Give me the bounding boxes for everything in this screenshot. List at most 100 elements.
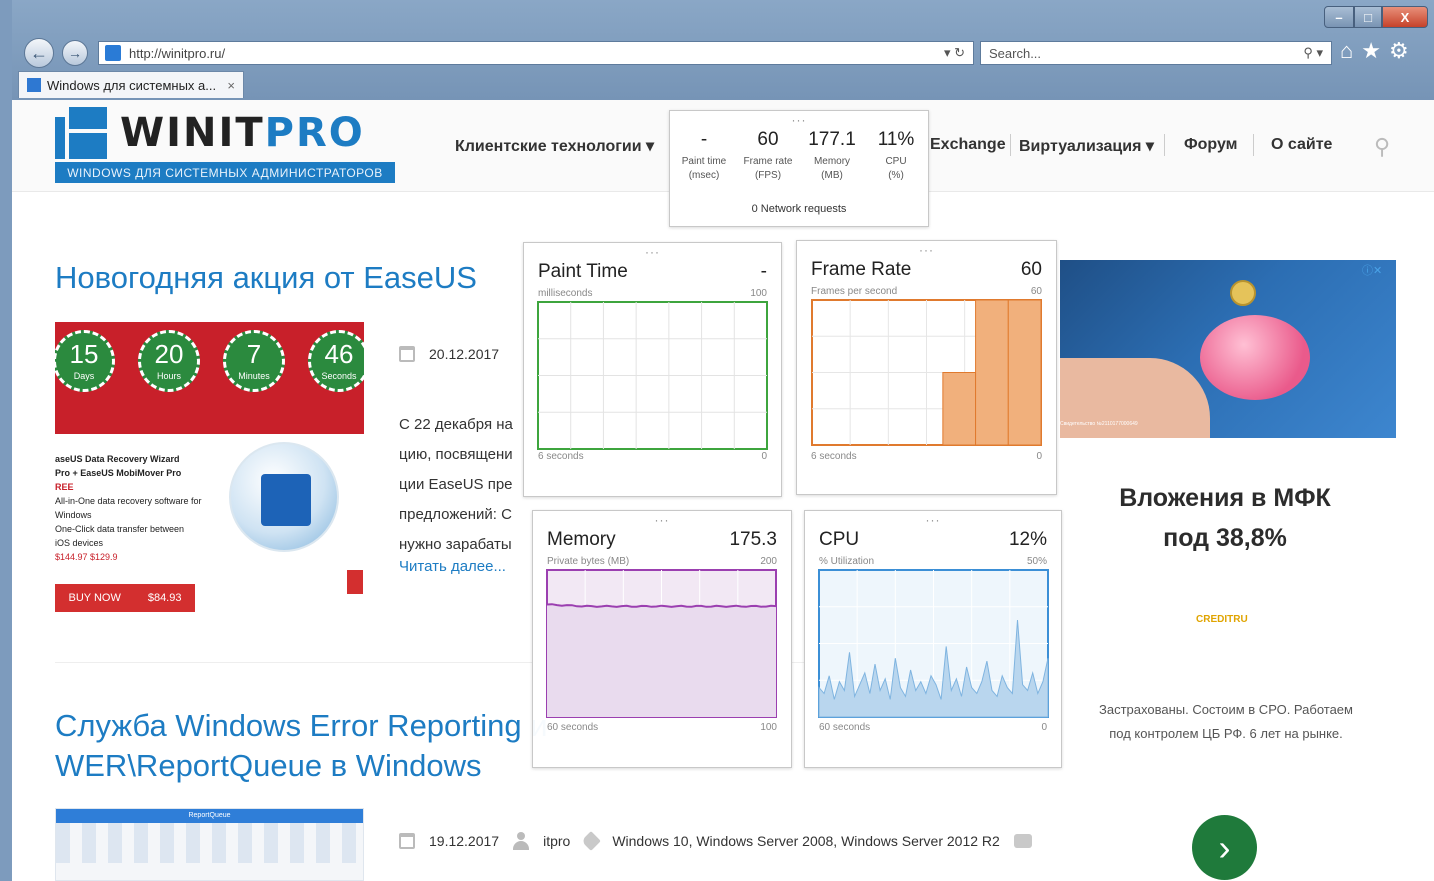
article-title-2[interactable]: Служба Windows Error Reporting и WER\Rep… [55, 706, 548, 786]
promo-text: aseUS Data Recovery Wizard Pro + EaseUS … [55, 454, 202, 562]
maximize-button[interactable]: □ [1354, 6, 1382, 28]
perf-summary-panel[interactable]: ··· - Paint time (msec) 60 Frame rate (FPS) … [669, 110, 929, 227]
site-search-icon[interactable]: ⚲ [1374, 134, 1398, 159]
promo-card: aseUS Data Recovery Wizard Pro + EaseUS … [55, 434, 339, 620]
summary-memory: 177.1 Memory (MB) [808, 129, 856, 181]
article-date-2: 19.12.2017 [429, 833, 500, 849]
menu-separator [1010, 134, 1011, 156]
cpu-graph [818, 569, 1049, 718]
minimize-button[interactable]: – [1324, 6, 1354, 28]
product-globe-image [229, 442, 339, 552]
article-thumbnail-2[interactable]: ReportQueue [55, 808, 364, 881]
frame-rate-value: 60 [1020, 259, 1042, 280]
article-thumbnail[interactable]: 15 Days 20 Hours 7 Minutes 46 Seconds aseUS … [55, 322, 364, 620]
refresh-icon[interactable]: ▾ ↻ [944, 45, 973, 61]
drag-handle-icon[interactable]: ··· [655, 513, 670, 527]
article-meta-2: 19.12.2017 itpro Windows 10, Windows Ser… [399, 831, 1032, 851]
memory-value: 175.3 [729, 529, 777, 550]
settings-gear-icon[interactable]: ⚙ [1389, 38, 1409, 64]
paint-time-min: 0 [761, 451, 767, 462]
address-bar[interactable]: http://winitpro.ru/ ▾ ↻ [98, 41, 974, 65]
frame-rate-bar [942, 372, 977, 446]
ad-description: Застрахованы. Состоим в СРО. Работаем по… [1099, 702, 1353, 741]
buy-now-button[interactable]: BUY NOW $84.93 [55, 584, 195, 612]
frame-rate-bar [1007, 299, 1042, 446]
menu-exchange[interactable]: Exchange [930, 136, 1006, 154]
ad-image[interactable] [1060, 260, 1396, 438]
ad-next-button[interactable]: › [1192, 815, 1257, 880]
browser-tab[interactable]: Windows для системных а... × [18, 71, 244, 98]
frame-rate-min: 0 [1036, 451, 1042, 462]
tag-icon [581, 831, 602, 851]
paint-time-graph [537, 301, 768, 450]
window-controls: – □ X [1324, 6, 1428, 28]
back-button[interactable]: ← [24, 38, 54, 68]
tab-close-icon[interactable]: × [219, 78, 243, 93]
article-tags[interactable]: Windows 10, Windows Server 2008, Windows… [612, 833, 1000, 849]
paint-time-max: 100 [750, 288, 767, 299]
frame-rate-panel[interactable]: ··· Frame Rate 60 Frames per second 60 6… [796, 240, 1057, 495]
paint-time-title: Paint Time [538, 261, 628, 282]
drag-handle-icon[interactable]: ··· [926, 513, 941, 527]
browser-toolbar-icons: ⌂ ★ ⚙ [1340, 38, 1409, 64]
menu-separator [1164, 134, 1165, 156]
search-icon[interactable]: ⚲ ▾ [1303, 45, 1331, 61]
site-logo-text[interactable]: WINITPRO [120, 110, 365, 156]
home-icon[interactable]: ⌂ [1340, 38, 1353, 64]
close-button[interactable]: X [1382, 6, 1428, 28]
winitpro-logo-icon[interactable] [55, 107, 107, 159]
piggy-bank-image [1200, 315, 1310, 400]
search-input[interactable]: Search... [989, 46, 1303, 61]
memory-window: 60 seconds [547, 722, 599, 733]
cpu-min: 0 [1041, 722, 1047, 733]
menu-virtualization[interactable]: Виртуализация ▾ [1019, 136, 1154, 156]
ad-info-close-icon[interactable]: ⓘ✕ [1362, 262, 1382, 278]
favorites-star-icon[interactable]: ★ [1361, 38, 1381, 64]
paint-time-panel[interactable]: ··· Paint Time - milliseconds 100 6 seco… [523, 242, 782, 497]
countdown-hours: 20 Hours [138, 330, 200, 392]
article-excerpt: С 22 декабря на цию, посвящени ции EaseU… [399, 416, 513, 553]
promo-side-card [347, 454, 363, 594]
countdown-days: 15 Days [55, 330, 115, 392]
calendar-icon [399, 833, 415, 849]
ad-title[interactable]: Вложения в МФК под 38,8% [1060, 478, 1390, 558]
countdown-minutes: 7 Minutes [223, 330, 285, 392]
address-url[interactable]: http://winitpro.ru/ [129, 46, 944, 61]
memory-graph [546, 569, 777, 718]
cpu-title: CPU [819, 529, 860, 550]
frame-rate-window: 6 seconds [811, 451, 857, 462]
frame-rate-bar [975, 299, 1009, 446]
creditplus-logo[interactable]: CREDITRU [1196, 614, 1248, 625]
cpu-panel[interactable]: ··· CPU 12% % Utilization 50% 60 seconds… [804, 510, 1062, 768]
menu-separator [1253, 134, 1254, 156]
search-box[interactable]: Search... ⚲ ▾ [980, 41, 1332, 65]
read-more-link[interactable]: Читать далее... [399, 558, 506, 575]
frame-rate-unit: Frames per second [811, 286, 898, 297]
memory-panel[interactable]: ··· Memory 175.3 Private bytes (MB) 200 … [532, 510, 792, 768]
comments-icon[interactable] [1013, 834, 1032, 848]
network-requests: 0 Network requests [751, 203, 847, 215]
paint-time-window: 6 seconds [538, 451, 584, 462]
menu-client-tech[interactable]: Клиентские технологии ▾ [455, 136, 654, 156]
calendar-icon [399, 346, 415, 362]
drag-handle-icon[interactable]: ··· [919, 243, 934, 257]
forward-arrow-icon: → [68, 45, 82, 61]
memory-max: 200 [760, 556, 777, 567]
frame-rate-max: 60 [1030, 286, 1042, 297]
article-author[interactable]: itpro [543, 833, 570, 849]
menu-about[interactable]: О сайте [1271, 136, 1332, 154]
chevron-right-icon: › [1218, 826, 1231, 868]
cpu-value: 12% [1008, 529, 1047, 550]
frame-rate-title: Frame Rate [811, 259, 912, 280]
article-title[interactable]: Новогодняя акция от EaseUS [55, 258, 477, 298]
drag-handle-icon[interactable]: ··· [792, 113, 807, 127]
summary-paint-time: - Paint time (msec) [681, 129, 727, 181]
forward-button[interactable]: → [62, 40, 88, 66]
menu-forum[interactable]: Форум [1184, 136, 1238, 154]
user-icon [513, 832, 530, 850]
countdown-seconds: 46 Seconds [308, 330, 364, 392]
article-meta: 20.12.2017 [399, 346, 499, 362]
site-favicon-icon [105, 45, 121, 61]
paint-time-value: - [760, 261, 767, 282]
drag-handle-icon[interactable]: ··· [645, 245, 660, 259]
